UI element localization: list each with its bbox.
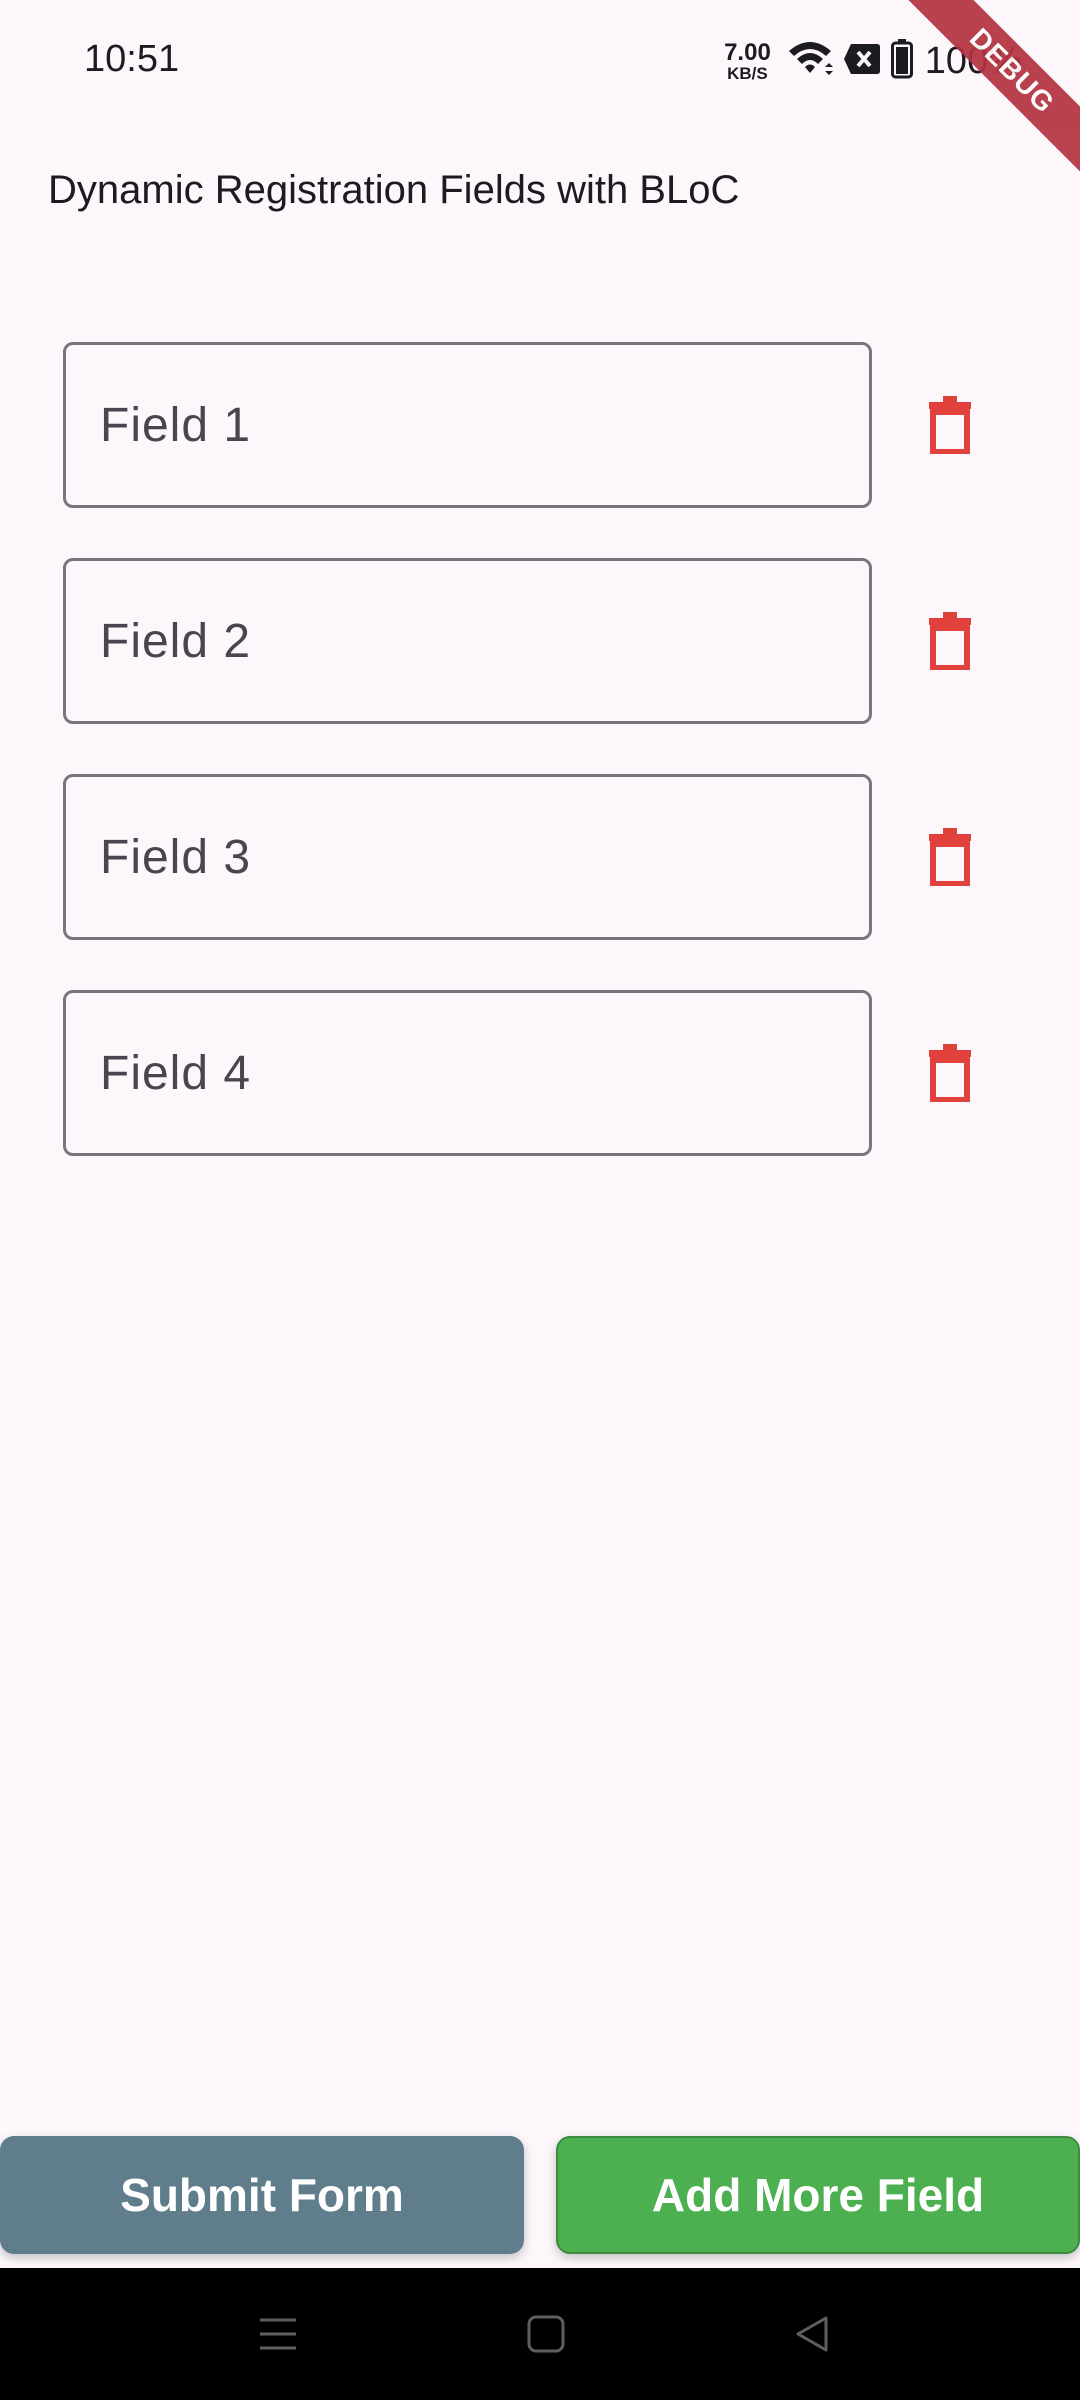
field-row: Field 2	[63, 558, 1023, 724]
delete-field-1-button[interactable]	[907, 382, 993, 468]
status-icons: 7.00 KB/S 100%	[724, 36, 1022, 86]
trash-icon	[929, 612, 971, 670]
field-placeholder: Field 4	[100, 1046, 252, 1100]
battery-percent: 100%	[924, 39, 1022, 82]
trash-icon	[929, 396, 971, 454]
field-placeholder: Field 3	[100, 830, 252, 884]
delete-field-3-button[interactable]	[907, 814, 993, 900]
home-icon[interactable]	[520, 2308, 572, 2360]
back-icon[interactable]	[786, 2308, 838, 2360]
delete-field-4-button[interactable]	[907, 1030, 993, 1116]
status-time: 10:51	[84, 38, 180, 80]
delete-field-2-button[interactable]	[907, 598, 993, 684]
sim-error-icon	[843, 42, 881, 81]
text-field-2[interactable]: Field 2	[63, 558, 872, 724]
submit-form-button[interactable]: Submit Form	[0, 2136, 524, 2254]
battery-icon	[890, 38, 913, 84]
network-speed-value: 7.00	[724, 38, 771, 66]
wifi-icon	[787, 39, 833, 84]
field-placeholder: Field 1	[100, 398, 252, 452]
page-title: Dynamic Registration Fields with BLoC	[48, 168, 740, 212]
trash-icon	[929, 1044, 971, 1102]
field-row: Field 1	[63, 342, 1023, 508]
field-placeholder: Field 2	[100, 614, 252, 668]
menu-icon[interactable]	[252, 2308, 304, 2360]
network-speed: 7.00 KB/S	[724, 38, 771, 83]
app-screen: 10:51 7.00 KB/S 100% DEBUG Dynamic Regis…	[0, 0, 1080, 2400]
field-row: Field 4	[63, 990, 1023, 1156]
text-field-3[interactable]: Field 3	[63, 774, 872, 940]
status-bar: 10:51 7.00 KB/S 100%	[0, 0, 1080, 120]
trash-icon	[929, 828, 971, 886]
field-row: Field 3	[63, 774, 1023, 940]
system-nav-bar	[0, 2268, 1080, 2400]
text-field-1[interactable]: Field 1	[63, 342, 872, 508]
text-field-4[interactable]: Field 4	[63, 990, 872, 1156]
add-more-field-button[interactable]: Add More Field	[556, 2136, 1080, 2254]
network-speed-unit: KB/S	[727, 63, 768, 83]
